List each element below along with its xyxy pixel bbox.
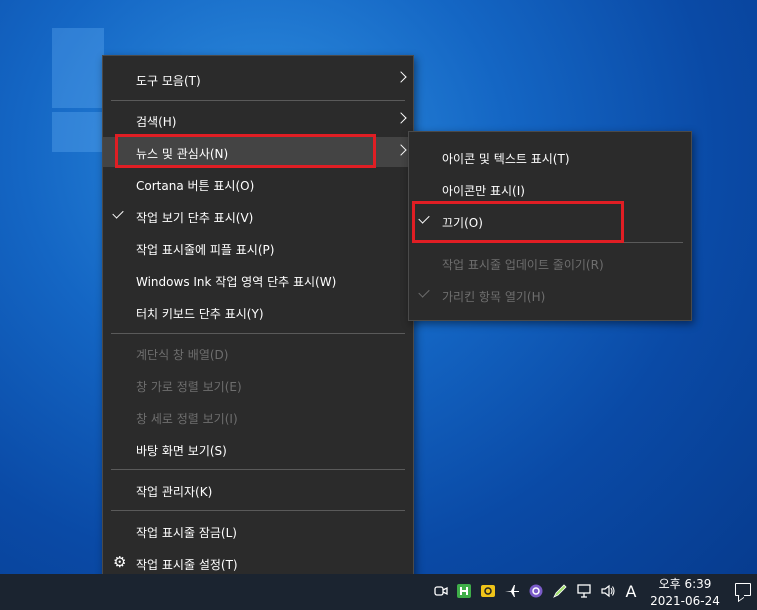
menu-item-side-by-side: 창 세로 정렬 보기(I) — [136, 412, 238, 426]
menu-separator — [111, 510, 405, 511]
action-center-icon[interactable] — [735, 583, 751, 596]
clock[interactable]: 오후 6:39 2021-06-24 — [643, 576, 727, 610]
chevron-right-icon — [395, 112, 407, 124]
checkmark-icon — [112, 207, 124, 219]
menu-separator — [111, 333, 405, 334]
annotation-highlight-news — [115, 134, 376, 168]
submenu-item-open-on-hover: 가리킨 항목 열기(H) — [409, 280, 691, 310]
menu-item-people[interactable]: 작업 표시줄에 피플 표시(P) — [103, 233, 413, 263]
menu-item-stack-windows: 창 가로 정렬 보기(E) — [136, 380, 242, 394]
submenu-item-icon-only[interactable]: 아이콘만 표시(I) — [409, 174, 691, 204]
menu-item-task-manager[interactable]: 작업 관리자(K) — [103, 475, 413, 505]
menu-item-cascade-windows: 계단식 창 배열(D) — [136, 348, 229, 362]
menu-separator — [111, 469, 405, 470]
menu-item-task-view-button[interactable]: 작업 보기 단추 표시(V) — [103, 201, 413, 231]
chevron-right-icon — [395, 71, 407, 83]
network-icon[interactable] — [576, 582, 592, 600]
yellow-app-icon[interactable] — [480, 582, 496, 600]
menu-separator — [111, 100, 405, 101]
purple-app-icon[interactable] — [528, 582, 544, 600]
menu-item-show-desktop[interactable]: 바탕 화면 보기(S) — [103, 434, 413, 464]
green-app-icon[interactable] — [456, 582, 472, 600]
menu-item-toolbars[interactable]: 도구 모음(T) — [103, 64, 413, 94]
menu-item-windows-ink[interactable]: Windows Ink 작업 영역 단추 표시(W) — [103, 265, 413, 295]
submenu-item-reduce-updates: 작업 표시줄 업데이트 줄이기(R) — [442, 258, 604, 272]
menu-item-lock-taskbar[interactable]: 작업 표시줄 잠금(L) — [103, 516, 413, 546]
volume-icon[interactable] — [600, 582, 616, 600]
checkmark-icon — [418, 286, 430, 298]
windows-logo-pane — [52, 28, 104, 108]
menu-item-cortana-button[interactable]: Cortana 버튼 표시(O) — [103, 169, 413, 199]
annotation-highlight-turn-off — [412, 201, 624, 243]
menu-item-touch-keyboard[interactable]: 터치 키보드 단추 표시(Y) — [103, 297, 413, 327]
chevron-right-icon — [395, 144, 407, 156]
airplane-icon[interactable] — [504, 582, 520, 600]
clock-time: 오후 6:39 — [658, 577, 712, 591]
taskbar: A 오후 6:39 2021-06-24 — [0, 574, 757, 610]
menu-item-search[interactable]: 검색(H) — [103, 105, 413, 135]
clock-date: 2021-06-24 — [650, 594, 720, 608]
windows-logo-pane — [52, 112, 104, 152]
input-method-indicator[interactable]: A — [623, 582, 639, 601]
submenu-item-icon-and-text[interactable]: 아이콘 및 텍스트 표시(T) — [409, 142, 691, 172]
gear-icon: ⚙ — [113, 553, 127, 571]
pen-app-icon[interactable] — [552, 582, 568, 600]
meet-now-icon[interactable] — [433, 582, 449, 600]
